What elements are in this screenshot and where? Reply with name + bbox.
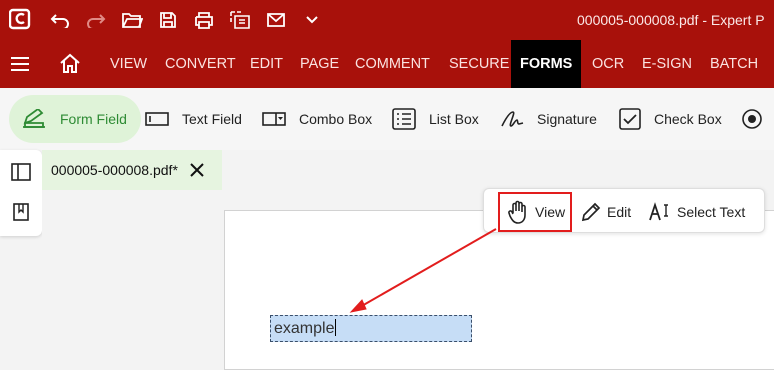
mode-toolbar: View Edit Select Text [483,188,765,233]
bookmark-icon[interactable] [11,202,31,222]
title-bar: 000005-000008.pdf - Expert P [0,0,774,40]
menu-e-sign[interactable]: E-SIGN [642,40,692,88]
radio-button-icon [742,109,762,129]
menu-page[interactable]: PAGE [300,40,339,88]
signature-icon [501,111,524,127]
undo-icon[interactable] [48,9,72,31]
text-form-field[interactable]: example [270,315,472,342]
pdf-page [224,210,774,370]
panel-toggle-icon[interactable] [11,162,31,182]
edit-mode-button[interactable]: Edit [581,189,631,234]
menu-bar: VIEW CONVERT EDIT PAGE COMMENT SECURE FO… [0,40,774,88]
select-text-label: Select Text [677,203,746,220]
app-logo-icon [9,8,31,30]
menu-convert[interactable]: CONVERT [165,40,236,88]
scan-icon[interactable] [228,9,252,31]
print-icon[interactable] [192,9,216,31]
chevron-down-icon[interactable] [300,9,324,31]
save-icon[interactable] [156,9,180,31]
radio-button-button[interactable] [741,95,774,143]
menu-secure[interactable]: SECURE [449,40,509,88]
pencil-icon [581,202,601,221]
open-folder-icon[interactable] [120,9,144,31]
signature-button[interactable]: Signature [500,95,597,143]
close-icon[interactable] [189,162,205,178]
menu-ocr[interactable]: OCR [592,40,624,88]
forms-toolbar: Form Field Text Field Combo Box List Box… [0,88,774,150]
select-text-button[interactable]: Select Text [649,189,745,234]
text-field-button[interactable]: Text Field [145,95,242,143]
form-field-icon [23,109,45,128]
hand-icon [508,200,526,224]
form-field-value: example [274,320,335,337]
check-box-icon [619,108,641,130]
signature-label: Signature [537,111,597,127]
form-field-label: Form Field [60,111,127,127]
text-field-icon [145,112,169,126]
view-mode-label: View [535,204,566,220]
window-title: 000005-000008.pdf - Expert P [577,12,765,28]
combo-box-icon [262,112,286,126]
view-mode-button[interactable]: View [498,192,572,232]
mail-icon[interactable] [264,9,288,31]
menu-batch[interactable]: BATCH [710,40,758,88]
combo-box-label: Combo Box [299,111,373,127]
home-icon[interactable] [59,52,81,74]
combo-box-button[interactable]: Combo Box [262,95,372,143]
text-caret [335,319,337,336]
side-panel [0,150,42,236]
text-field-label: Text Field [182,111,242,127]
tab-strip: 000005-000008.pdf* [42,150,774,190]
check-box-label: Check Box [654,111,722,127]
list-box-label: List Box [429,111,479,127]
redo-icon[interactable] [84,9,108,31]
list-box-icon [392,108,416,130]
select-text-icon [649,201,668,220]
list-box-button[interactable]: List Box [392,95,479,143]
check-box-button[interactable]: Check Box [619,95,722,143]
hamburger-menu-icon[interactable] [11,56,31,72]
form-field-button[interactable]: Form Field [9,95,141,143]
document-tab[interactable]: 000005-000008.pdf* [42,150,222,190]
menu-view[interactable]: VIEW [110,40,147,88]
menu-forms[interactable]: FORMS [511,40,582,88]
document-tab-label: 000005-000008.pdf* [51,162,178,178]
menu-edit[interactable]: EDIT [250,40,283,88]
edit-mode-label: Edit [607,203,632,220]
menu-comment[interactable]: COMMENT [355,40,430,88]
